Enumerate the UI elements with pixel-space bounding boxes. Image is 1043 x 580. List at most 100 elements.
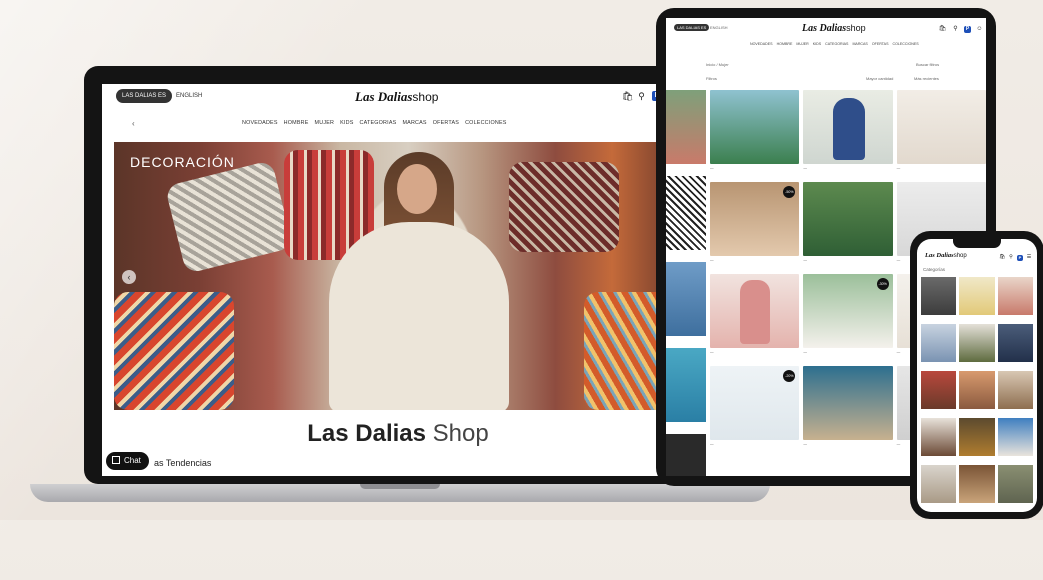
category-card[interactable] [959,418,995,462]
category-caption [921,409,956,415]
category-caption [998,456,1033,462]
tablet-product-image[interactable] [666,90,706,164]
discount-badge: -30% [876,278,889,290]
phone-header-icons: 🛍 ⚲ P ☰ [999,253,1032,262]
hero-prev-arrow[interactable]: ‹ [122,270,136,284]
nav-item-categorias[interactable]: CATEGORIAS [360,120,397,126]
tablet-main-nav: NOVEDADES HOMBRE MUJER KIDS CATEGORIAS M… [750,42,919,46]
category-card[interactable] [959,371,995,415]
tablet-bag-icon[interactable]: 🛍 [938,25,947,34]
tablet-user-icon[interactable]: ☺ [975,25,984,34]
product-card[interactable]: -50% — [710,182,800,270]
product-caption: — [710,166,714,170]
category-image [921,465,957,503]
category-card[interactable] [959,277,995,321]
language-es-button[interactable]: LAS DALIAS ES [116,89,173,103]
product-card[interactable]: — [710,90,800,178]
category-card[interactable] [997,277,1033,321]
tablet-nav-ofertas[interactable]: OFERTAS [872,42,889,46]
phone-search-icon[interactable]: ⚲ [1008,253,1014,262]
tablet-search-filters[interactable]: Buscar filtros [916,62,939,67]
tablet-language-es-button[interactable]: LAS DALIAS ES [674,24,710,31]
tablet-language-en-link[interactable]: ENGLISH [710,25,728,30]
laptop-screen: LAS DALIAS ES ENGLISH Las Daliasshop 🛍 ⚲… [102,84,694,476]
site-logo[interactable]: Las Daliasshop [355,89,438,105]
tablet-search-icon[interactable]: ⚲ [951,25,960,34]
tablet-site-logo[interactable]: Las Daliasshop [802,23,866,34]
product-card[interactable]: — [803,90,893,178]
phone-menu-icon[interactable]: ☰ [1026,253,1032,262]
nav-item-ofertas[interactable]: OFERTAS [433,120,459,126]
product-card[interactable]: — [710,274,800,362]
tablet-nav-novedades[interactable]: NOVEDADES [750,42,773,46]
title-bold: Las Dalias [307,420,426,447]
tablet-nav-colecciones[interactable]: COLECCIONES [892,42,918,46]
tablet-nav-categorias[interactable]: CATEGORIAS [825,42,848,46]
category-card[interactable] [921,418,957,462]
logo-script: Las Dalias [355,89,413,104]
phone-screen: Las Daliasshop 🛍 ⚲ P ☰ Categorías [917,239,1037,512]
search-icon[interactable]: ⚲ [637,91,646,101]
phone-site-logo[interactable]: Las Daliasshop [925,252,967,259]
bag-icon[interactable]: 🛍 [622,91,633,101]
product-card[interactable]: -20% — [710,366,800,454]
product-caption: — [710,442,714,446]
pink-dress-image [740,280,770,344]
product-image [803,366,893,440]
kilim-cushion-image [114,292,234,410]
tablet-nav-hombre[interactable]: HOMBRE [777,42,793,46]
category-card[interactable] [921,371,957,415]
tablet-sort-select[interactable]: Más recientes [914,76,939,81]
product-card[interactable]: — [896,90,986,178]
product-image: -20% [710,366,800,440]
category-caption [998,315,1033,321]
nav-item-colecciones[interactable]: COLECCIONES [465,120,506,126]
nav-item-kids[interactable]: KIDS [340,120,353,126]
blue-dress-image [833,98,866,160]
product-card[interactable]: — [803,366,893,454]
category-card[interactable] [921,465,957,503]
nav-item-mujer[interactable]: MUJER [315,120,335,126]
tablet-filter-button[interactable]: Filtros [706,76,717,81]
tablet-nav-marcas[interactable]: MARCAS [852,42,867,46]
tablet-product-image[interactable] [666,434,706,476]
tablet-logo-shop: shop [846,23,866,33]
tablet-product-image[interactable] [666,262,706,336]
hero-category-tag: DECORACIÓN [130,154,235,170]
category-image [921,324,957,362]
title-light: Shop [432,420,489,447]
chat-button[interactable]: Chat [106,452,149,470]
category-card[interactable] [997,371,1033,415]
hero-banner[interactable]: DECORACIÓN ‹ › [114,142,680,410]
product-card[interactable]: -30% — [803,274,893,362]
category-card[interactable] [959,465,995,503]
nav-item-marcas[interactable]: MARCAS [402,120,426,126]
tablet-product-image[interactable] [666,176,706,250]
category-image [997,277,1033,315]
category-card[interactable] [921,324,957,368]
tablet-p-badge-icon[interactable]: P [964,26,971,33]
category-card[interactable] [959,324,995,368]
tablet-nav-mujer[interactable]: MUJER [796,42,808,46]
phone-logo-script: Las Dalias [925,252,954,259]
tablet-product-image[interactable] [666,348,706,422]
nav-item-hombre[interactable]: HOMBRE [284,120,309,126]
category-card[interactable] [921,277,957,321]
phone-bag-icon[interactable]: 🛍 [999,253,1005,262]
language-en-link[interactable]: ENGLISH [176,89,202,103]
category-card[interactable] [997,418,1033,462]
category-card[interactable] [997,465,1033,503]
nav-item-novedades[interactable]: NOVEDADES [242,120,278,126]
product-card[interactable]: — [803,182,893,270]
category-caption [921,456,956,462]
discount-badge: -50% [783,186,796,198]
tablet-nav-kids[interactable]: KIDS [813,42,821,46]
phone-p-badge-icon[interactable]: P [1017,254,1023,261]
back-arrow-icon[interactable]: ‹ [132,119,135,128]
category-image [921,418,957,456]
tablet-sort2-select[interactable]: Mayor cantidad [866,76,893,81]
category-card[interactable] [997,324,1033,368]
phone-notch [953,239,1001,248]
category-image [997,465,1033,503]
product-image [710,90,800,164]
